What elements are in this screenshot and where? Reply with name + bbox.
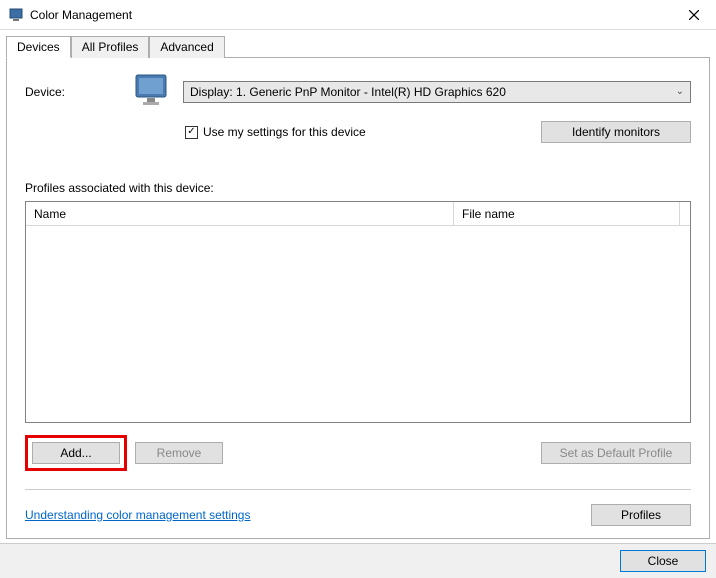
column-header-name[interactable]: Name	[26, 202, 454, 225]
window-close-button[interactable]	[671, 0, 716, 30]
profiles-table-body[interactable]	[26, 226, 690, 422]
dialog-button-bar: Close	[0, 543, 716, 578]
set-default-profile-button[interactable]: Set as Default Profile	[541, 442, 691, 464]
device-row: Device: Display: 1. Generic PnP Monitor …	[25, 72, 691, 111]
tab-panel-devices: Device: Display: 1. Generic PnP Monitor …	[6, 57, 710, 539]
profiles-table-header: Name File name	[26, 202, 690, 226]
tab-strip: Devices All Profiles Advanced	[0, 30, 716, 58]
device-label: Device:	[25, 85, 123, 99]
add-button[interactable]: Add...	[32, 442, 120, 464]
remove-button[interactable]: Remove	[135, 442, 223, 464]
tab-advanced[interactable]: Advanced	[149, 36, 224, 58]
tab-devices[interactable]: Devices	[6, 36, 71, 58]
window-title: Color Management	[30, 8, 671, 22]
close-button[interactable]: Close	[620, 550, 706, 572]
checkbox-box: ✓	[185, 126, 198, 139]
profile-buttons-row: Add... Remove Set as Default Profile	[25, 435, 691, 471]
device-settings-row: ✓ Use my settings for this device Identi…	[25, 121, 691, 143]
understanding-link[interactable]: Understanding color management settings	[25, 508, 250, 522]
device-dropdown[interactable]: Display: 1. Generic PnP Monitor - Intel(…	[183, 81, 691, 103]
profiles-table: Name File name	[25, 201, 691, 423]
monitor-icon	[133, 72, 173, 111]
titlebar: Color Management	[0, 0, 716, 30]
tab-all-profiles[interactable]: All Profiles	[71, 36, 150, 58]
use-my-settings-checkbox[interactable]: ✓ Use my settings for this device	[185, 125, 531, 139]
profiles-associated-label: Profiles associated with this device:	[25, 181, 691, 195]
profiles-button[interactable]: Profiles	[591, 504, 691, 526]
close-icon	[689, 10, 699, 20]
use-my-settings-label: Use my settings for this device	[203, 125, 366, 139]
app-icon	[8, 7, 24, 23]
chevron-down-icon: ⌄	[676, 86, 684, 97]
identify-monitors-button[interactable]: Identify monitors	[541, 121, 691, 143]
add-button-highlight: Add...	[25, 435, 127, 471]
device-selected-text: Display: 1. Generic PnP Monitor - Intel(…	[190, 85, 506, 99]
divider	[25, 489, 691, 490]
column-header-filename[interactable]: File name	[454, 202, 680, 225]
checkmark-icon: ✓	[187, 127, 195, 137]
panel-footer-row: Understanding color management settings …	[25, 504, 691, 526]
